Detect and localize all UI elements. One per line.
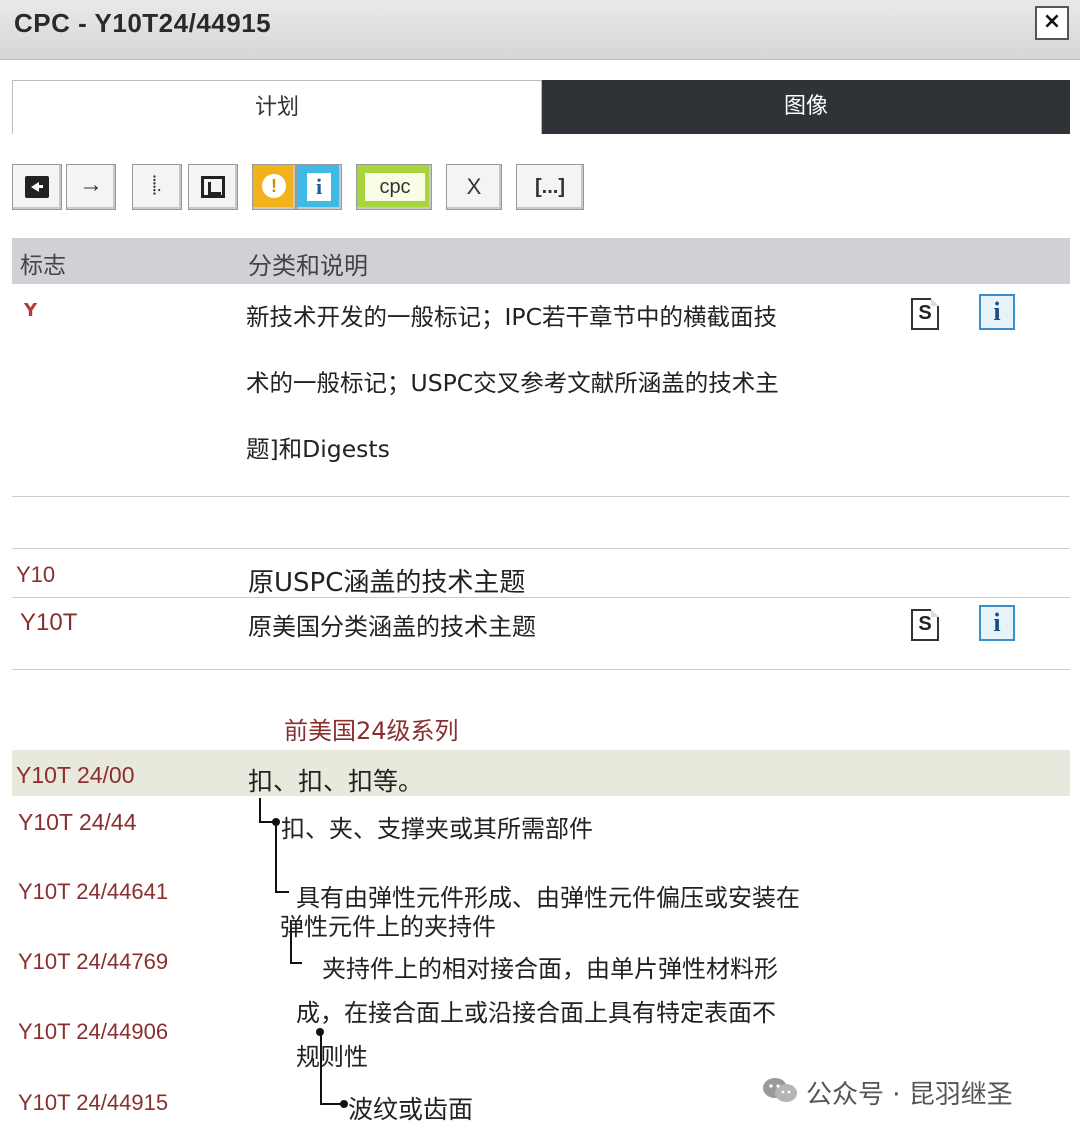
code-y10t[interactable]: Y10T <box>20 609 77 637</box>
window-title: CPC - Y10T24/44915 <box>14 8 272 38</box>
tab-bar: 计划 图像 <box>12 80 1070 134</box>
tree-node <box>272 818 280 826</box>
toolbar: → ⸽. ! i cpc X [...] <box>12 164 612 212</box>
info-icon[interactable]: i <box>979 294 1015 330</box>
forward-button[interactable]: → <box>66 164 116 210</box>
desc-y10t-24-44915: 波纹或齿面 <box>348 1095 474 1124</box>
y-desc-line: 术的一般标记；USPC交叉参考文献所涵盖的技术主 <box>246 369 779 397</box>
divider <box>12 496 1070 497</box>
tree-connector <box>320 1103 342 1105</box>
frame-icon <box>201 176 225 198</box>
desc-y10t-24-44641-line: 弹性元件上的夹持件 <box>280 913 496 941</box>
warning-icon: ! <box>262 174 286 198</box>
code-y10t-24-00[interactable]: Y10T 24/00 <box>16 762 135 789</box>
tab-plan[interactable]: 计划 <box>12 80 542 134</box>
watermark: 公众号 · 昆羽继圣 <box>762 1072 1062 1112</box>
tree-connector <box>275 826 277 892</box>
info-icon: i <box>307 173 331 201</box>
header-flag: 标志 <box>20 253 66 279</box>
divider <box>12 669 1070 670</box>
desc-y10t-24-44769-line: 成，在接合面上或沿接合面上具有特定表面不 <box>296 999 776 1027</box>
close-button[interactable]: × <box>1035 6 1069 40</box>
watermark-text: 公众号 · 昆羽继圣 <box>806 1080 1013 1110</box>
warning-button[interactable]: ! <box>252 164 296 210</box>
divider <box>12 548 1070 549</box>
wechat-icon <box>763 1078 797 1102</box>
tab-image[interactable]: 图像 <box>542 80 1070 134</box>
highlighted-row <box>12 750 1070 796</box>
tree-node <box>340 1100 348 1108</box>
scheme-icon[interactable]: S <box>911 298 939 330</box>
tree-node <box>316 1028 324 1036</box>
code-y10t-24-44641[interactable]: Y10T 24/44641 <box>18 879 168 905</box>
desc-y10t-24-00: 扣、扣、扣等。 <box>248 767 424 796</box>
frame-button[interactable] <box>188 164 238 210</box>
more-button[interactable]: [...] <box>516 164 584 210</box>
info-icon[interactable]: i <box>979 605 1015 641</box>
scheme-icon[interactable]: S <box>911 609 939 641</box>
y-desc-line: 新技术开发的一般标记；IPC若干章节中的横截面技 <box>246 303 778 331</box>
y-flag-icon: Y <box>24 300 38 321</box>
code-y10t-24-44906[interactable]: Y10T 24/44906 <box>18 1019 168 1045</box>
desc-y10t-24-44769-line: 规则性 <box>296 1043 368 1071</box>
tree-connector <box>275 891 289 893</box>
tree-connector <box>290 962 302 964</box>
title-bar: CPC - Y10T24/44915 × <box>0 0 1080 60</box>
code-y10t-24-44[interactable]: Y10T 24/44 <box>18 809 137 836</box>
header-classification: 分类和说明 <box>248 252 368 280</box>
series-heading: 前美国24级系列 <box>284 717 459 745</box>
hierarchy-button[interactable]: ⸽. <box>132 164 182 210</box>
cpc-label: cpc <box>365 173 425 201</box>
code-y10t-24-44915[interactable]: Y10T 24/44915 <box>18 1090 168 1116</box>
table-header: 标志 分类和说明 <box>12 238 1070 284</box>
code-y10[interactable]: Y10 <box>16 562 55 588</box>
desc-y10t-24-44: 扣、夹、支撑夹或其所需部件 <box>281 815 593 843</box>
cpc-button[interactable]: cpc <box>356 164 432 210</box>
y-desc-line: 题]和Digests <box>246 435 390 463</box>
divider <box>12 597 1070 598</box>
back-button[interactable] <box>12 164 62 210</box>
desc-y10t: 原美国分类涵盖的技术主题 <box>248 613 536 641</box>
arrow-left-icon <box>25 176 49 198</box>
info-button[interactable]: i <box>296 164 342 210</box>
desc-y10: 原USPC涵盖的技术主题 <box>248 568 526 598</box>
tree-connector <box>259 798 261 822</box>
x-button[interactable]: X <box>446 164 502 210</box>
desc-y10t-24-44769-line: 夹持件上的相对接合面，由单片弹性材料形 <box>322 955 778 983</box>
code-y10t-24-44769[interactable]: Y10T 24/44769 <box>18 949 168 975</box>
